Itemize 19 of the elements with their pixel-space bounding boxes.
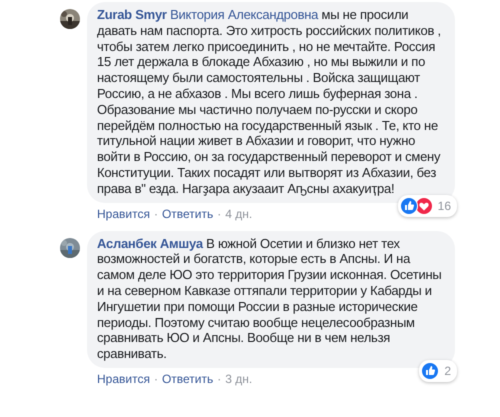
separator-dot: · bbox=[217, 372, 222, 386]
comment-text: Zurab Smyr Виктория Александровна мы не просили давать нам паспорта. Это хитрость российских политиков , чтобы затем легко присоединить , но не мечтайте. Россия 15 лет держала в блокаде Абхазию , но мы выжили и по настоящему были самостоятельны . Войска защищают Россию, а не абхазов . Мы всего лишь буферная зона . Образование мы частично получаем по-русски и скоро перейдём полностью на государственный язык . Те, кто не титульной нации живет в Абхазии и говорит, что нужно войти в Россию, он за государственный переворот и смену Конституции. Таких посадят или вытворят из Абхазии, без права в" езда. Нагҙара акузааит Аҧсны ахакуиҭра! bbox=[97, 7, 442, 197]
separator-dot: · bbox=[154, 206, 158, 221]
author-link[interactable]: Асланбек Амшуа bbox=[97, 236, 203, 251]
author-link[interactable]: Zurab Smyr bbox=[97, 7, 167, 22]
thumbs-up-icon bbox=[421, 362, 440, 380]
thumbs-up-icon bbox=[400, 196, 418, 215]
reaction-count: 16 bbox=[438, 198, 451, 213]
separator-dot: · bbox=[217, 206, 222, 221]
comment-text: Асланбек Амшуа В южной Осетии и близко нет тех возможностей и богатств, которые есть в Апсны. И на самом деле ЮО это территория Грузии исконная. Осетины и на северном Кавказе оттяпали территории у Кабарды и Ингушетии при помощи России в разные исторические периоды. Поэтому считаю вообще нецелесообразным сравнивать ЮО и Апсны. Вообще ни в чем нельзя сравнивать. bbox=[97, 236, 442, 362]
timestamp: 4 дн. bbox=[225, 206, 252, 221]
like-link[interactable]: Нравится bbox=[97, 206, 150, 221]
separator-dot: · bbox=[154, 372, 158, 386]
timestamp: 3 дн. bbox=[225, 372, 252, 386]
mention-link[interactable]: Виктория Александровна bbox=[170, 7, 318, 22]
reply-link[interactable]: Ответить bbox=[162, 372, 214, 386]
like-link[interactable]: Нравится bbox=[97, 372, 150, 386]
reply-link[interactable]: Ответить bbox=[162, 206, 214, 221]
reaction-count: 2 bbox=[444, 364, 451, 378]
